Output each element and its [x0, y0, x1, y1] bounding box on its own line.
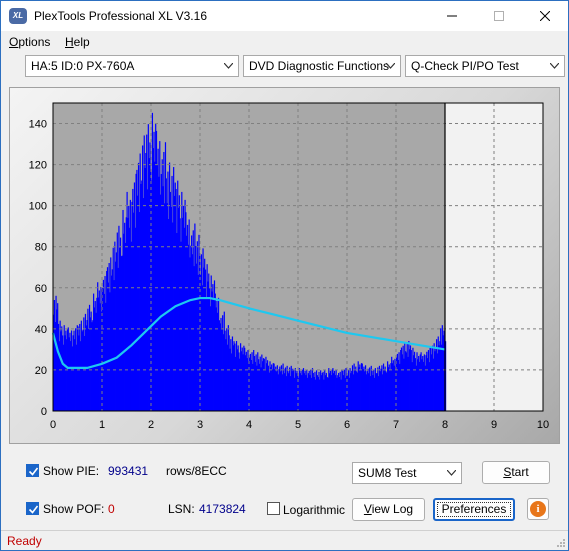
- status-text: Ready: [7, 534, 42, 548]
- menu-options[interactable]: Options: [9, 35, 50, 49]
- app-window: XL PlexTools Professional XL V3.16 Optio…: [0, 0, 569, 551]
- show-pof-label: Show POF:: [43, 502, 105, 516]
- menu-options-rest: ptions: [18, 35, 51, 49]
- start-button[interactable]: Start: [482, 461, 550, 484]
- controls-panel: Show PIE: 993431 rows/8ECC SUM8 Test Sta…: [16, 455, 554, 523]
- x-tick-label: 0: [50, 419, 56, 431]
- chevron-down-icon: [447, 470, 456, 476]
- preferences-button[interactable]: Preferences: [433, 498, 515, 521]
- view-log-accel: V: [363, 502, 372, 516]
- focus-rect: [437, 502, 511, 517]
- lsn-label: LSN:: [168, 502, 195, 516]
- chart-panel: 0 1 2 3 4 5 6 7 8 9 10 0 20 40 60 80 100 120 140: [9, 87, 560, 444]
- maximize-icon: [494, 11, 504, 21]
- x-tick-label: 5: [295, 419, 301, 431]
- menu-help-accel: H: [65, 35, 74, 49]
- y-tick-label: 120: [29, 160, 47, 172]
- pipo-chart: 0 1 2 3 4 5 6 7 8 9 10020406080100120140: [29, 102, 549, 431]
- window-title: PlexTools Professional XL V3.16: [34, 9, 207, 23]
- y-tick-label: 20: [35, 365, 47, 377]
- chevron-down-icon: [386, 63, 395, 69]
- drive-select-value: HA:5 ID:0 PX-760A: [31, 59, 135, 73]
- y-tick-label: 60: [35, 283, 47, 295]
- info-button[interactable]: i: [527, 498, 549, 520]
- view-log-rest: iew Log: [371, 502, 414, 516]
- pie-unit: rows/8ECC: [166, 464, 227, 478]
- drive-select[interactable]: HA:5 ID:0 PX-760A: [25, 55, 239, 77]
- x-tick-label: 9: [491, 419, 497, 431]
- plot-area-untested: [445, 103, 543, 411]
- test-select[interactable]: Q-Check PI/PO Test: [405, 55, 565, 77]
- lsn-value: 4173824: [199, 502, 246, 516]
- menu-help[interactable]: Help: [65, 35, 90, 49]
- app-logo-icon: XL: [9, 8, 27, 24]
- info-icon: i: [530, 501, 546, 517]
- x-tick-label: 8: [442, 419, 448, 431]
- close-icon: [540, 11, 550, 21]
- start-button-rest: tart: [511, 465, 529, 479]
- x-tick-label: 4: [246, 419, 252, 431]
- show-pie-checkbox[interactable]: [26, 464, 39, 477]
- test-select-value: Q-Check PI/PO Test: [411, 59, 519, 73]
- x-tick-label: 6: [344, 419, 350, 431]
- chevron-down-icon: [224, 63, 233, 69]
- menu-help-rest: elp: [73, 35, 90, 49]
- pof-value: 0: [108, 502, 115, 516]
- toolbar: HA:5 ID:0 PX-760A DVD Diagnostic Functio…: [1, 53, 568, 81]
- title-bar[interactable]: XL PlexTools Professional XL V3.16: [1, 1, 568, 31]
- minimize-button[interactable]: [429, 1, 475, 31]
- y-tick-label: 100: [29, 201, 47, 213]
- minimize-icon: [447, 15, 457, 17]
- checkmark-icon: [28, 467, 39, 476]
- resize-grip-icon[interactable]: [556, 538, 566, 548]
- pie-value: 993431: [108, 464, 149, 478]
- close-button[interactable]: [522, 1, 568, 31]
- maximize-button[interactable]: [476, 1, 522, 31]
- logarithmic-label: Logarithmic: [283, 503, 346, 517]
- x-tick-label: 2: [148, 419, 154, 431]
- x-tick-label: 1: [99, 419, 105, 431]
- menu-options-accel: O: [9, 35, 19, 49]
- x-tick-label: 10: [537, 419, 549, 431]
- show-pof-checkbox[interactable]: [26, 502, 39, 515]
- function-select-value: DVD Diagnostic Functions: [249, 59, 390, 73]
- chevron-down-icon: [550, 63, 559, 69]
- y-tick-label: 0: [41, 406, 47, 418]
- x-tick-label: 3: [197, 419, 203, 431]
- test-mode-select[interactable]: SUM8 Test: [352, 462, 462, 484]
- checkmark-icon: [28, 505, 39, 514]
- menu-bar: Options Help: [1, 31, 568, 53]
- y-tick-label: 80: [35, 242, 47, 254]
- view-log-button[interactable]: View Log: [352, 498, 425, 521]
- x-tick-label: 7: [393, 419, 399, 431]
- function-select[interactable]: DVD Diagnostic Functions: [243, 55, 401, 77]
- status-bar: Ready: [1, 530, 568, 550]
- test-mode-value: SUM8 Test: [358, 466, 417, 480]
- logarithmic-checkbox[interactable]: [267, 502, 280, 515]
- show-pie-label: Show PIE:: [43, 464, 100, 478]
- y-tick-label: 140: [29, 119, 47, 131]
- y-tick-label: 40: [35, 324, 47, 336]
